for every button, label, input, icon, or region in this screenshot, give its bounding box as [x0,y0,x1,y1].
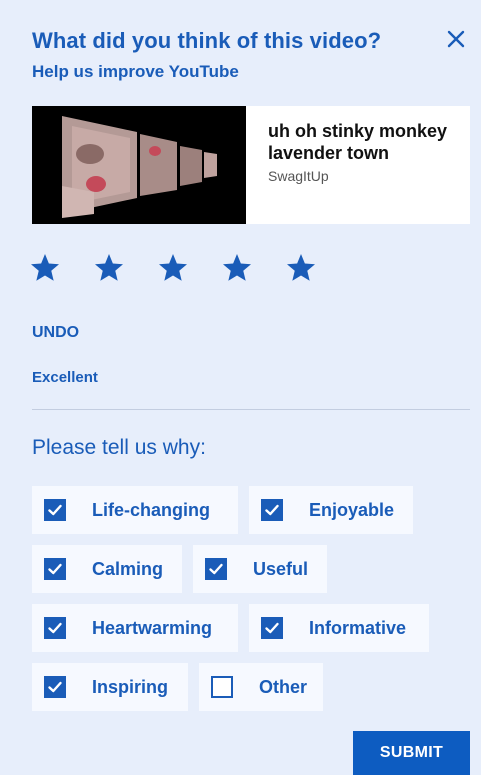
reason-chip-useful[interactable]: Useful [193,545,327,593]
reason-label: Calming [92,558,164,579]
video-title: uh oh stinky monkey lavender town [268,121,448,163]
reason-label: Other [259,676,308,697]
checkbox-checked-icon[interactable] [44,499,66,521]
dialog-subtitle: Help us improve YouTube [32,62,239,81]
star-5-icon[interactable] [284,252,318,284]
feedback-dialog: What did you think of this video? Help u… [0,0,481,775]
rating-label: Excellent [32,369,98,386]
star-2-icon[interactable] [92,252,126,284]
thumbnail-image [32,106,246,224]
undo-button[interactable]: UNDO [32,324,79,342]
reason-chip-other[interactable]: Other [199,663,323,711]
reason-chip-heartwarming[interactable]: Heartwarming [32,604,238,652]
reason-chip-informative[interactable]: Informative [249,604,429,652]
reason-chip-enjoyable[interactable]: Enjoyable [249,486,413,534]
reason-label: Heartwarming [92,617,213,638]
checkbox-checked-icon[interactable] [261,617,283,639]
divider [32,409,470,410]
reason-label: Enjoyable [309,499,395,520]
video-channel: SwagItUp [268,168,329,184]
reason-label: Useful [253,558,309,579]
star-3-icon[interactable] [156,252,190,284]
star-4-icon[interactable] [220,252,254,284]
checkbox-checked-icon[interactable] [44,617,66,639]
reason-chip-calming[interactable]: Calming [32,545,182,593]
star-1-icon[interactable] [28,252,62,284]
video-thumbnail [32,106,246,224]
reason-chip-life-changing[interactable]: Life-changing [32,486,238,534]
checkbox-checked-icon[interactable] [44,676,66,698]
checkbox-checked-icon[interactable] [205,558,227,580]
close-button[interactable] [443,26,469,52]
video-card: uh oh stinky monkey lavender town SwagIt… [32,106,470,224]
checkbox-checked-icon[interactable] [261,499,283,521]
checkbox-unchecked-icon[interactable] [211,676,233,698]
checkbox-checked-icon[interactable] [44,558,66,580]
close-icon [447,30,465,48]
reasons-heading: Please tell us why: [32,436,206,459]
reason-label: Informative [309,617,407,638]
reason-label: Life-changing [92,499,210,520]
video-meta: uh oh stinky monkey lavender town SwagIt… [246,106,468,224]
submit-button[interactable]: SUBMIT [353,731,470,775]
star-rating [28,252,318,284]
reason-chip-inspiring[interactable]: Inspiring [32,663,188,711]
reason-label: Inspiring [92,676,168,697]
dialog-title: What did you think of this video? [32,28,382,53]
